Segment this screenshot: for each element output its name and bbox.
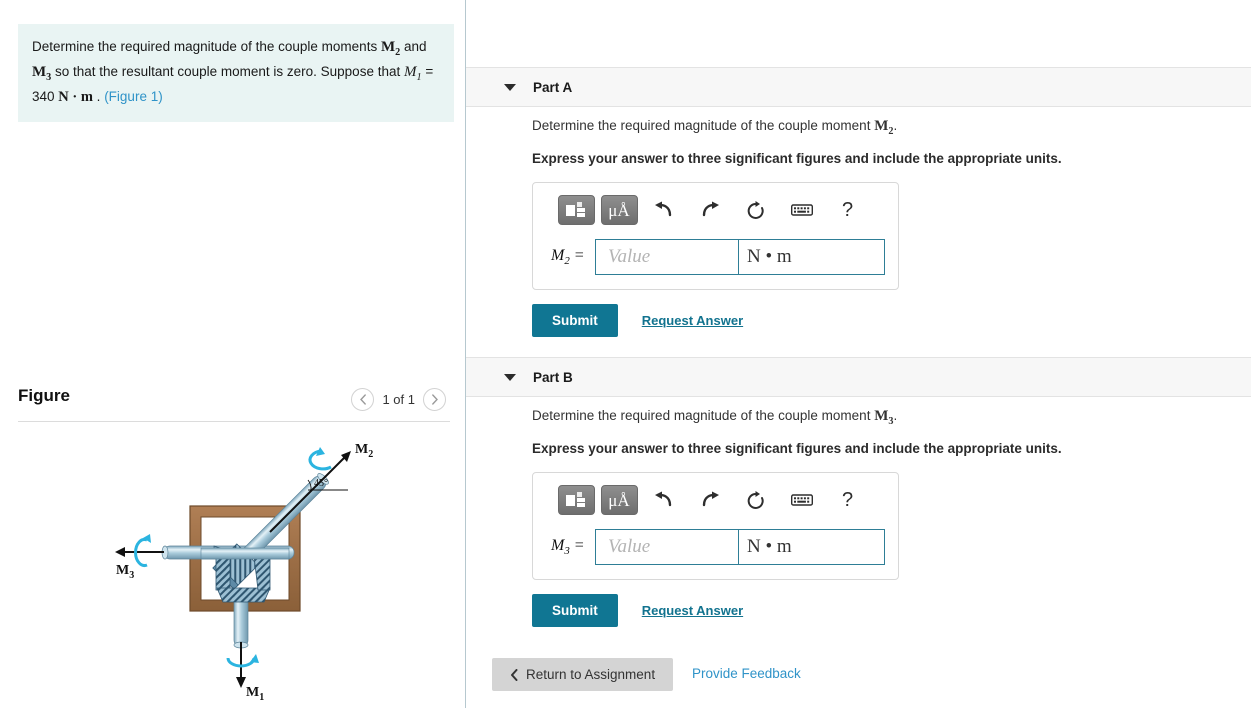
symbol-m1: M1 xyxy=(403,63,422,83)
right-panel: Part A Determine the required magnitude … xyxy=(466,0,1251,708)
figure-next-button[interactable] xyxy=(423,388,446,411)
micro-angstrom-units-icon[interactable]: μÅ xyxy=(600,195,638,225)
part-a-variable-label: M2 = xyxy=(551,246,585,268)
redo-arrow-icon[interactable] xyxy=(690,485,730,515)
figure-link[interactable]: (Figure 1) xyxy=(104,89,163,104)
part-a-toolbar: μÅ ? xyxy=(533,193,898,227)
part-b-submit-button[interactable]: Submit xyxy=(532,594,618,627)
problem-units: N · m xyxy=(58,88,93,105)
figure-header: Figure 1 of 1 xyxy=(18,386,454,416)
provide-feedback-link[interactable]: Provide Feedback xyxy=(692,666,801,681)
units-icon-label: μÅ xyxy=(608,490,630,510)
question-mark-icon[interactable]: ? xyxy=(828,485,868,515)
problem-text-1: Determine the required magnitude of the … xyxy=(32,39,381,54)
part-a-value-input[interactable] xyxy=(595,239,739,275)
part-a-submit-button[interactable]: Submit xyxy=(532,304,618,337)
figure-divider xyxy=(18,421,450,422)
part-a-body: Determine the required magnitude of the … xyxy=(466,118,1251,337)
figure-pagination: 1 of 1 xyxy=(351,388,446,411)
part-a-question: Determine the required magnitude of the … xyxy=(532,118,1251,137)
part-b-question-prefix: Determine the required magnitude of the … xyxy=(532,408,875,423)
chevron-left-icon xyxy=(360,394,366,405)
chevron-left-icon xyxy=(511,668,518,681)
math-template-icon[interactable] xyxy=(557,485,595,515)
part-b-title: Part B xyxy=(533,369,573,385)
reset-glyph-icon xyxy=(747,200,764,219)
part-a-answer-box: μÅ ? M2 = Value N • m xyxy=(532,182,899,290)
part-a-input-row: M2 = N • m xyxy=(533,239,898,275)
part-a-question-suffix: . xyxy=(893,118,898,133)
part-a-header[interactable]: Part A xyxy=(466,67,1251,107)
part-a-instruction: Express your answer to three significant… xyxy=(532,151,1062,166)
figure-label-m2: M2 xyxy=(355,442,373,460)
help-label: ? xyxy=(841,198,854,221)
left-panel: Determine the required magnitude of the … xyxy=(0,0,465,708)
redo-arrow-icon[interactable] xyxy=(690,195,730,225)
part-b-symbol: M3 xyxy=(874,408,894,427)
redo-glyph-icon xyxy=(702,201,719,217)
part-b-input-row: M3 = N • m xyxy=(533,529,898,565)
part-a-request-answer-link[interactable]: Request Answer xyxy=(642,313,743,328)
part-a-title: Part A xyxy=(533,79,573,95)
keyboard-icon[interactable] xyxy=(782,195,822,225)
template-glyph-icon xyxy=(566,492,585,507)
help-label: ? xyxy=(841,488,854,511)
figure-title: Figure xyxy=(18,386,70,405)
problem-text-and: and xyxy=(400,39,427,54)
part-b-units-display: N • m xyxy=(739,529,885,565)
redo-glyph-icon xyxy=(702,491,719,507)
part-b-question: Determine the required magnitude of the … xyxy=(532,408,1251,427)
undo-glyph-icon xyxy=(654,491,671,507)
problem-statement: Determine the required magnitude of the … xyxy=(18,24,454,123)
part-b-variable-label: M3 = xyxy=(551,536,585,558)
problem-text-2: so that the resultant couple moment is z… xyxy=(51,63,404,79)
symbol-m3: M3 xyxy=(32,63,52,83)
reset-circular-arrow-icon[interactable] xyxy=(736,195,776,225)
caret-down-icon[interactable] xyxy=(504,373,516,381)
question-mark-icon[interactable]: ? xyxy=(828,195,868,225)
part-a-units-display: N • m xyxy=(739,239,885,275)
part-b-answer-box: μÅ ? M3 = Value N • m xyxy=(532,472,899,580)
template-glyph-icon xyxy=(566,202,585,217)
part-b-instruction: Express your answer to three significant… xyxy=(532,441,1062,456)
undo-glyph-icon xyxy=(654,201,671,217)
reset-glyph-icon xyxy=(747,490,764,509)
part-a-submit-row: Submit Request Answer xyxy=(532,304,1251,337)
figure-label-m1: M1 xyxy=(246,685,264,700)
part-b-toolbar: μÅ ? xyxy=(533,483,898,517)
part-b-question-suffix: . xyxy=(893,408,898,423)
keyboard-icon[interactable] xyxy=(782,485,822,515)
part-b-request-answer-link[interactable]: Request Answer xyxy=(642,603,743,618)
problem-period: . xyxy=(92,88,105,104)
part-b-header[interactable]: Part B xyxy=(466,357,1251,397)
figure-angle-label: 45° xyxy=(314,478,328,489)
keyboard-glyph-icon xyxy=(790,494,813,506)
footer: Return to Assignment Provide Feedback xyxy=(466,658,1251,698)
part-b-body: Determine the required magnitude of the … xyxy=(466,408,1251,627)
page-root: Determine the required magnitude of the … xyxy=(0,0,1251,708)
undo-arrow-icon[interactable] xyxy=(644,195,684,225)
chevron-right-icon xyxy=(431,394,438,405)
micro-angstrom-units-icon[interactable]: μÅ xyxy=(600,485,638,515)
symbol-m2: M2 xyxy=(380,39,401,58)
keyboard-glyph-icon xyxy=(790,204,813,216)
part-a-symbol: M2 xyxy=(874,118,894,137)
part-b-value-input[interactable] xyxy=(595,529,739,565)
moment-arrow-m1: M1 xyxy=(226,642,264,700)
return-to-assignment-button[interactable]: Return to Assignment xyxy=(492,658,674,691)
figure-gearbox-diagram: 45° M2 M3 M1 xyxy=(115,442,373,700)
reset-circular-arrow-icon[interactable] xyxy=(736,485,776,515)
caret-down-icon[interactable] xyxy=(504,83,516,91)
figure-count: 1 of 1 xyxy=(382,392,415,407)
return-to-assignment-label: Return to Assignment xyxy=(526,667,656,682)
undo-arrow-icon[interactable] xyxy=(644,485,684,515)
moment-arrow-m3: M3 xyxy=(115,534,164,581)
math-template-icon[interactable] xyxy=(557,195,595,225)
figure-prev-button[interactable] xyxy=(351,388,375,411)
part-a-question-prefix: Determine the required magnitude of the … xyxy=(532,118,875,133)
figure-label-m3: M3 xyxy=(116,563,134,581)
part-b-submit-row: Submit Request Answer xyxy=(532,594,1251,627)
units-icon-label: μÅ xyxy=(608,200,630,220)
